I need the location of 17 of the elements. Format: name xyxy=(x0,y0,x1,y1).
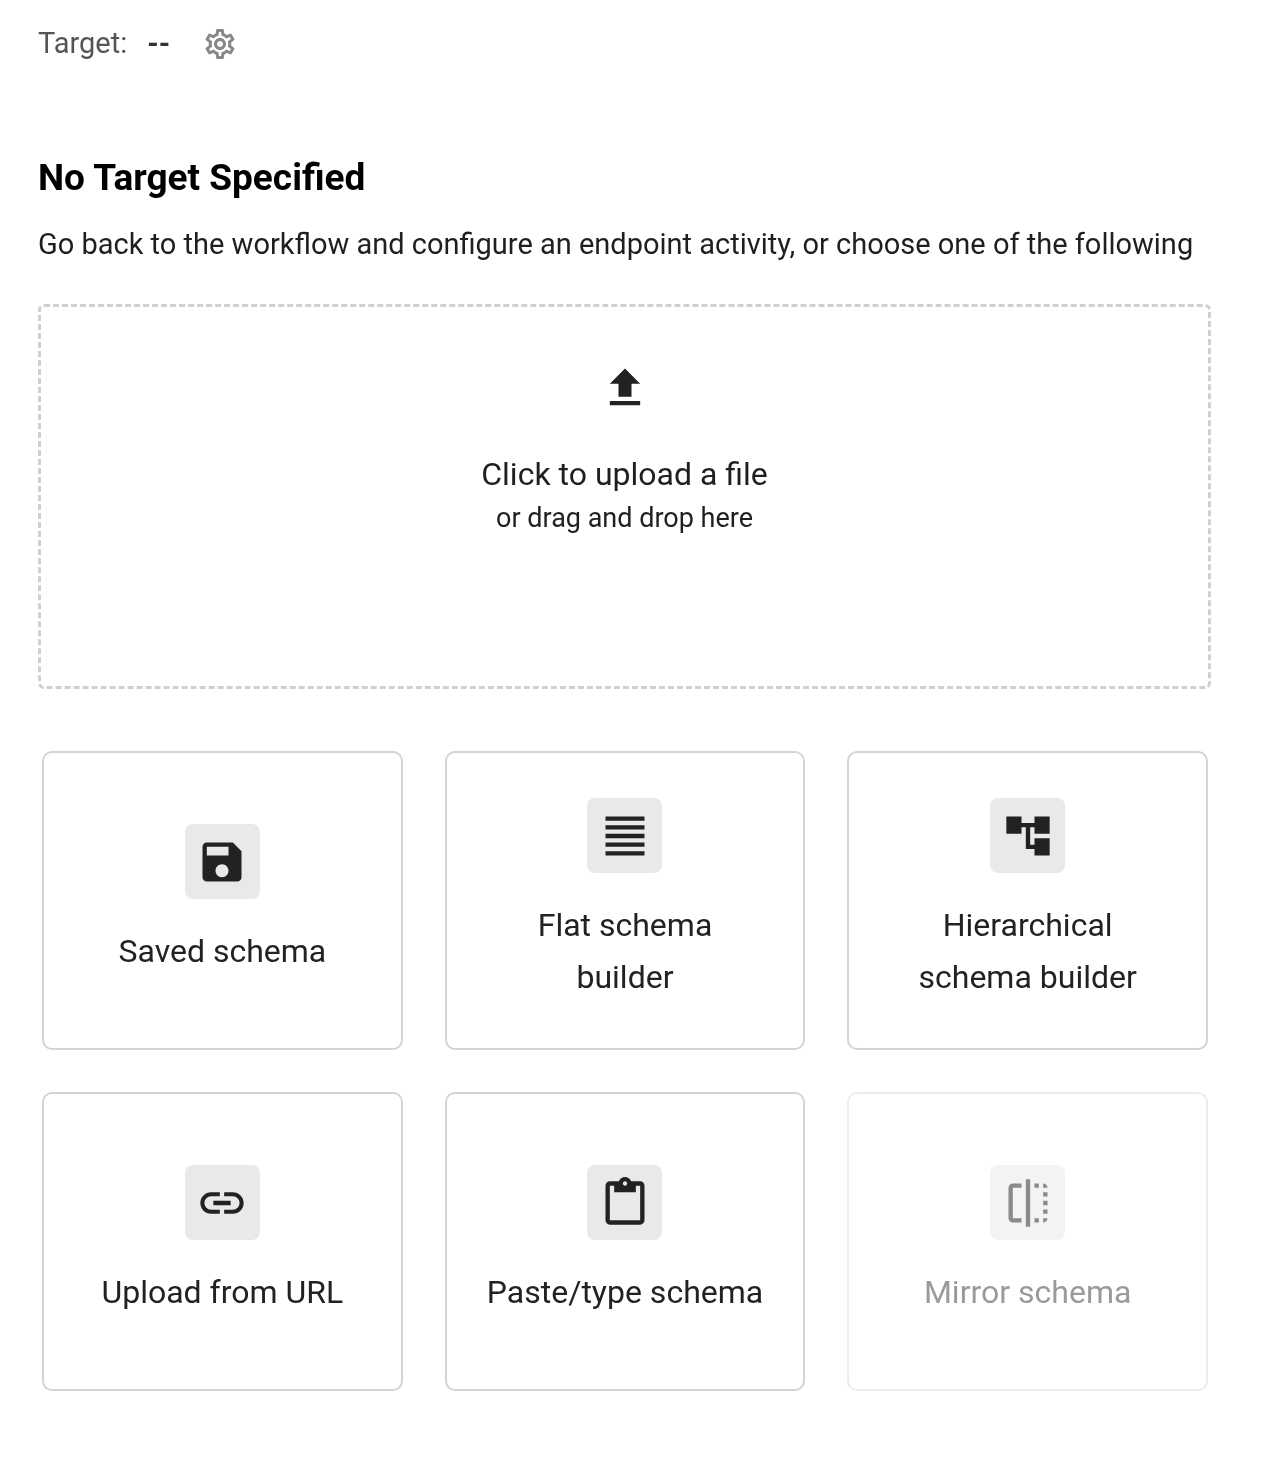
list-icon xyxy=(587,798,663,873)
target-value: -- xyxy=(147,25,171,63)
tree-icon xyxy=(990,798,1066,873)
schema-option-card[interactable]: Flat schema builder xyxy=(444,751,806,1050)
schema-option-card[interactable]: Paste/type schema xyxy=(444,1092,806,1391)
upload-dropzone[interactable]: Click to upload a file or drag and drop here xyxy=(38,304,1211,689)
clipboard-icon xyxy=(587,1165,663,1240)
page-heading: No Target Specified xyxy=(38,155,367,201)
link-icon xyxy=(184,1165,260,1240)
description-text: Go back to the workflow and configure an endpoint activity, or choose one of the following xyxy=(38,226,1195,263)
upload-subtitle: or drag and drop here xyxy=(496,501,753,536)
target-label: Target: xyxy=(38,25,128,63)
schema-option-card[interactable]: Saved schema xyxy=(42,751,403,1050)
mirror-icon xyxy=(990,1165,1066,1240)
schema-option-card[interactable]: Upload from URL xyxy=(42,1092,403,1391)
upload-title: Click to upload a file xyxy=(481,454,768,495)
schema-option-card[interactable]: Hierarchical schema builder xyxy=(847,751,1208,1050)
